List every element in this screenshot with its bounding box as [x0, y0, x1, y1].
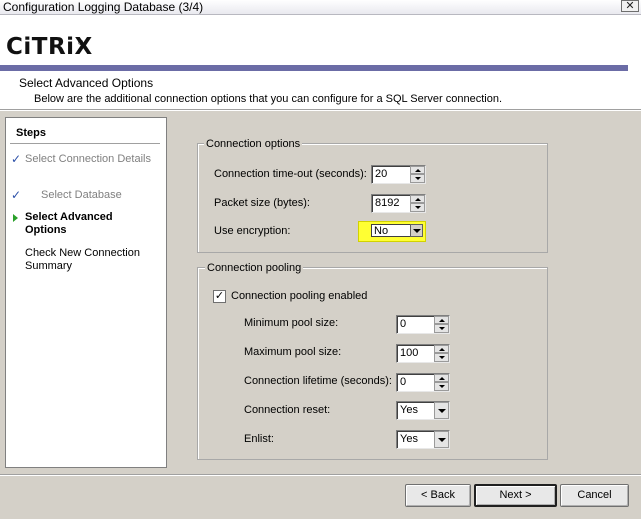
steps-heading: Steps [16, 127, 46, 139]
dropdown-button[interactable] [434, 402, 449, 419]
arrow-up-icon [439, 319, 445, 322]
packet-size-stepper[interactable]: 8192 [371, 194, 426, 213]
arrow-up-icon [415, 169, 421, 172]
close-button[interactable]: ✕ [621, 0, 639, 12]
header-divider-highlight [0, 110, 641, 111]
chevron-down-icon [438, 438, 446, 442]
arrow-right-icon [13, 214, 18, 222]
header-accent-bar [0, 65, 628, 71]
checkmark-icon: ✓ [11, 152, 22, 166]
arrow-up-icon [415, 198, 421, 201]
next-button[interactable]: Next > [474, 484, 557, 507]
title-bar: Configuration Logging Database (3/4) ✕ [0, 0, 641, 15]
checkmark-icon: ✓ [214, 290, 225, 302]
arrow-up-icon [439, 348, 445, 351]
step-check-new-connection-summary: Check New Connection Summary [25, 247, 140, 272]
decrement-button[interactable] [434, 353, 449, 362]
window-title: Configuration Logging Database (3/4) [3, 0, 204, 14]
connection-pooling-legend: Connection pooling [205, 262, 304, 274]
footer-divider-highlight [0, 475, 641, 476]
packet-size-value: 8192 [375, 197, 400, 209]
close-icon: ✕ [625, 0, 635, 12]
use-encryption-value: No [374, 225, 389, 237]
page-title: Select Advanced Options [19, 76, 154, 90]
use-encryption-field: No [371, 224, 414, 237]
wizard-header: CiTRiX ® Select Advanced Options Below a… [0, 15, 641, 109]
connection-options-legend: Connection options [204, 138, 303, 150]
arrow-down-icon [439, 385, 445, 388]
connection-timeout-stepper[interactable]: 20 [371, 165, 426, 184]
arrow-down-icon [415, 206, 421, 209]
connection-reset-value: Yes [400, 404, 418, 416]
registered-mark: ® [78, 40, 84, 47]
increment-button[interactable] [434, 374, 449, 382]
arrow-down-icon [439, 356, 445, 359]
steps-divider [10, 143, 160, 144]
minimum-pool-size-label: Minimum pool size: [244, 317, 339, 329]
enlist-value: Yes [400, 433, 418, 445]
steps-panel: Steps ✓ Select Connection Details ✓ Sele… [5, 117, 167, 468]
connection-lifetime-stepper[interactable]: 0 [396, 373, 450, 392]
arrow-down-icon [415, 177, 421, 180]
connection-lifetime-label: Connection lifetime (seconds): [244, 375, 392, 387]
decrement-button[interactable] [434, 324, 449, 333]
maximum-pool-size-value: 100 [400, 347, 419, 359]
arrow-down-icon [439, 327, 445, 330]
checkmark-icon: ✓ [11, 188, 22, 202]
step-select-database: Select Database [41, 189, 122, 201]
cancel-button[interactable]: Cancel [560, 484, 629, 507]
enlist-label: Enlist: [244, 433, 274, 445]
increment-button[interactable] [410, 195, 425, 203]
step-select-connection-details: Select Connection Details [25, 153, 151, 165]
dropdown-button[interactable] [434, 431, 449, 448]
use-encryption-label: Use encryption: [214, 225, 291, 237]
decrement-button[interactable] [410, 203, 425, 212]
decrement-button[interactable] [410, 174, 425, 183]
connection-pooling-enabled-label: Connection pooling enabled [231, 290, 368, 302]
arrow-up-icon [439, 377, 445, 380]
packet-size-label: Packet size (bytes): [214, 197, 310, 209]
maximum-pool-size-stepper[interactable]: 100 [396, 344, 450, 363]
connection-timeout-value: 20 [375, 168, 388, 180]
use-encryption-select[interactable]: No [358, 221, 426, 242]
back-button[interactable]: < Back [405, 484, 471, 507]
citrix-logo: CiTRiX [6, 34, 93, 60]
increment-button[interactable] [410, 166, 425, 174]
chevron-down-icon [438, 409, 446, 413]
connection-pooling-checkbox[interactable]: ✓ [213, 290, 226, 303]
connection-lifetime-value: 0 [400, 376, 407, 388]
minimum-pool-size-stepper[interactable]: 0 [396, 315, 450, 334]
chevron-down-icon [413, 229, 421, 233]
step-select-advanced-options: Select Advanced Options [25, 211, 113, 236]
increment-button[interactable] [434, 316, 449, 324]
decrement-button[interactable] [434, 382, 449, 391]
page-subtitle: Below are the additional connection opti… [34, 93, 502, 105]
dropdown-button[interactable] [410, 224, 423, 237]
connection-reset-select[interactable]: Yes [396, 401, 450, 420]
increment-button[interactable] [434, 345, 449, 353]
minimum-pool-size-value: 0 [400, 318, 407, 330]
connection-reset-label: Connection reset: [244, 404, 331, 416]
maximum-pool-size-label: Maximum pool size: [244, 346, 342, 358]
connection-timeout-label: Connection time-out (seconds): [214, 168, 367, 180]
enlist-select[interactable]: Yes [396, 430, 450, 449]
